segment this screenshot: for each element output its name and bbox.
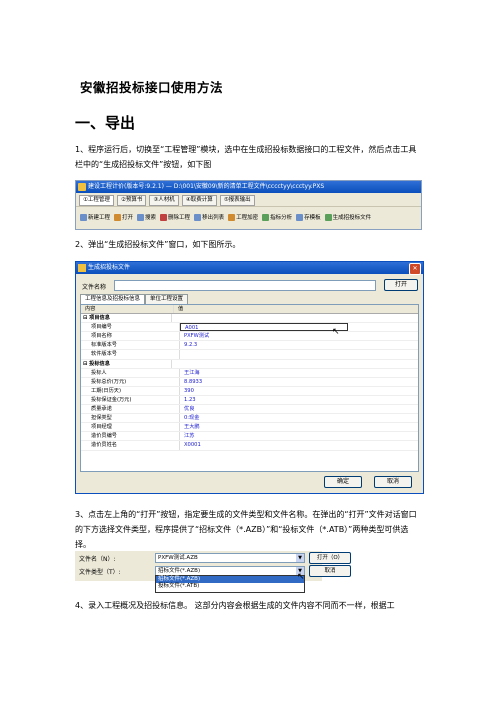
file-name-input[interactable]: [114, 280, 376, 291]
group-row-project[interactable]: ⊟ 项目信息: [81, 314, 418, 324]
lock-icon: [228, 213, 236, 221]
dialog-title: 生成招投标文件: [88, 264, 131, 271]
cancel-button[interactable]: 取消: [374, 476, 412, 488]
info-grid: 内容 值 ⊟ 项目信息 项目编号 A001 项目名称 PXFW测试 标准版本号 9.2…: [80, 304, 419, 472]
tab-unit-project-settings[interactable]: 单位工程设置: [145, 294, 189, 304]
group-label: 项目信息: [89, 315, 110, 322]
paragraph-step-4: 4、录入工程概况及招投标信息。 这部分内容会根据生成的文件内容不同而不一样，根据…: [75, 601, 395, 610]
ok-button[interactable]: 确定: [324, 476, 362, 488]
delete-icon: [160, 213, 168, 221]
column-header-content: 内容: [81, 305, 174, 314]
grid-row[interactable]: 投标人 王江海: [81, 368, 418, 378]
app-icon: [78, 183, 86, 191]
tab-fee-calc[interactable]: ④取费计算: [181, 195, 217, 206]
file-name-combo[interactable]: PXFW测试.AZB ▼: [155, 553, 305, 563]
grid-row[interactable]: 造价员姓名 X0001: [81, 441, 418, 451]
grid-row[interactable]: 质量承诺 优良: [81, 405, 418, 415]
remove-icon: [194, 213, 202, 221]
paragraph-step-2: 2、弹出“生成招投标文件”窗口，如下图所示。: [75, 240, 241, 249]
group-label: 投标信息: [89, 360, 110, 367]
grid-row[interactable]: 标准版本号 9.2.3: [81, 341, 418, 351]
dropdown-option-azb[interactable]: 招标文件(*.AZB): [156, 576, 304, 583]
file-name-label: 文件名称: [82, 284, 107, 291]
mouse-cursor-icon: ↖: [297, 572, 305, 582]
file-cancel-button[interactable]: 取消: [309, 565, 351, 577]
grid-value[interactable]: X0001: [180, 441, 418, 449]
save-template-button[interactable]: 存模板: [296, 213, 321, 221]
grid-row[interactable]: 造价员编号 江苏: [81, 432, 418, 442]
grid-value[interactable]: 8.8933: [180, 378, 418, 386]
new-file-icon: [80, 213, 87, 221]
file-type-dropdown: 招标文件(*.AZB) 投标文件(*.ATB): [155, 575, 305, 593]
document-title: 安徽招投标接口使用方法: [80, 80, 224, 95]
dropdown-option-atb[interactable]: 投标文件(*.ATB): [156, 583, 304, 590]
grid-value[interactable]: PXFW测试: [180, 332, 418, 340]
chart-icon: [262, 213, 270, 221]
open-button[interactable]: 打开: [114, 213, 133, 221]
grid-row[interactable]: 投标保证金(万元) 1.23: [81, 395, 418, 406]
file-type-label: 文件类型（T）:: [79, 569, 121, 576]
grid-value[interactable]: 王江海: [180, 369, 418, 377]
grid-value[interactable]: 优良: [180, 405, 418, 413]
toolbar: 新建工程 打开 搜索 删除工程 移出列表 工程加密 指标分析 存模板 生成招投标…: [76, 206, 421, 223]
search-icon: [137, 213, 145, 221]
grid-value[interactable]: 江苏: [180, 432, 418, 440]
open-button[interactable]: 打开: [384, 279, 418, 291]
tab-project-management[interactable]: ①工程管理: [79, 195, 114, 206]
export-icon: [324, 213, 332, 221]
app-titlebar: 建设工程计价(版本号:9.2.1) — D:\001\安徽09\新的清单工程文件…: [76, 181, 421, 193]
save-icon: [296, 213, 304, 221]
close-icon[interactable]: ✕: [409, 263, 421, 275]
app-title: 建设工程计价(版本号:9.2.1) — D:\001\安徽09\新的清单工程文件…: [88, 183, 325, 190]
new-project-button[interactable]: 新建工程: [80, 213, 110, 221]
module-tabs: ①工程管理 ②预算书 ③人材机 ④取费计算 ⑤报表输出: [76, 193, 421, 206]
grid-value[interactable]: 0:现金: [180, 414, 418, 422]
app-toolbar-screenshot: 建设工程计价(版本号:9.2.1) — D:\001\安徽09\新的清单工程文件…: [75, 180, 422, 230]
encrypt-project-button[interactable]: 工程加密: [228, 213, 258, 221]
generate-bid-file-dialog: 生成招投标文件 ✕ 文件名称 打开 工程信息及招投标信息 单位工程设置 内容 值…: [75, 261, 424, 494]
grid-row[interactable]: 软件版本号: [81, 350, 418, 360]
dialog-titlebar: 生成招投标文件 ✕: [76, 262, 423, 275]
file-open-button[interactable]: 打开（O）: [309, 552, 351, 564]
tab-materials[interactable]: ③人材机: [149, 195, 179, 206]
grid-value[interactable]: 9.2.3: [180, 341, 418, 349]
generate-bid-file-button[interactable]: 生成招投标文件: [324, 213, 371, 221]
section-heading: 一、导出: [75, 114, 136, 132]
paragraph-step-3: 3、点击左上角的“打开”按钮，指定要生成的文件类型和文件名称。在弹出的“打开”文…: [75, 510, 417, 549]
grid-row[interactable]: 项目名称 PXFW测试: [81, 332, 418, 342]
grid-value[interactable]: [180, 350, 418, 358]
group-row-bid[interactable]: ⊟ 投标信息: [81, 359, 418, 369]
grid-row[interactable]: 投标总价(万元) 8.8933: [81, 377, 418, 387]
folder-icon: [114, 213, 122, 221]
grid-row[interactable]: 项目编号 A001: [81, 323, 418, 333]
tab-budget[interactable]: ②预算书: [116, 195, 147, 206]
grid-header: 内容 值: [81, 305, 418, 315]
column-header-value: 值: [178, 306, 184, 312]
app-icon: [78, 264, 86, 272]
tab-report[interactable]: ⑤报表输出: [219, 195, 255, 206]
indicator-analysis-button[interactable]: 指标分析: [262, 213, 292, 221]
file-dialog-screenshot: 文件名（N）: PXFW测试.AZB ▼ 文件类型（T）: 招标文件(*.AZB…: [75, 551, 351, 593]
search-button[interactable]: 搜索: [137, 213, 156, 221]
grid-value[interactable]: 1.23: [180, 396, 418, 404]
file-name-label: 文件名（N）:: [79, 556, 116, 563]
tab-project-bid-info[interactable]: 工程信息及招投标信息: [80, 294, 146, 304]
mouse-cursor-icon: ↖: [332, 327, 340, 337]
remove-from-list-button[interactable]: 移出列表: [194, 213, 224, 221]
grid-row[interactable]: 工期(日历天) 390: [81, 386, 418, 396]
delete-project-button[interactable]: 删除工程: [160, 213, 190, 221]
grid-row[interactable]: 担保类型 0:现金: [81, 414, 418, 424]
paragraph-step-1: 1、程序运行后，切换至“工程管理”模块，选中在生成招投标数据接口的工程文件，然后…: [75, 145, 417, 169]
dialog-tabs: 工程信息及招投标信息 单位工程设置: [80, 294, 189, 304]
grid-value[interactable]: A001: [180, 323, 348, 332]
grid-row[interactable]: 项目经理 王大鹏: [81, 423, 418, 433]
grid-value[interactable]: 390: [180, 387, 418, 395]
grid-value[interactable]: 王大鹏: [180, 423, 418, 431]
chevron-down-icon[interactable]: ▼: [296, 554, 304, 562]
